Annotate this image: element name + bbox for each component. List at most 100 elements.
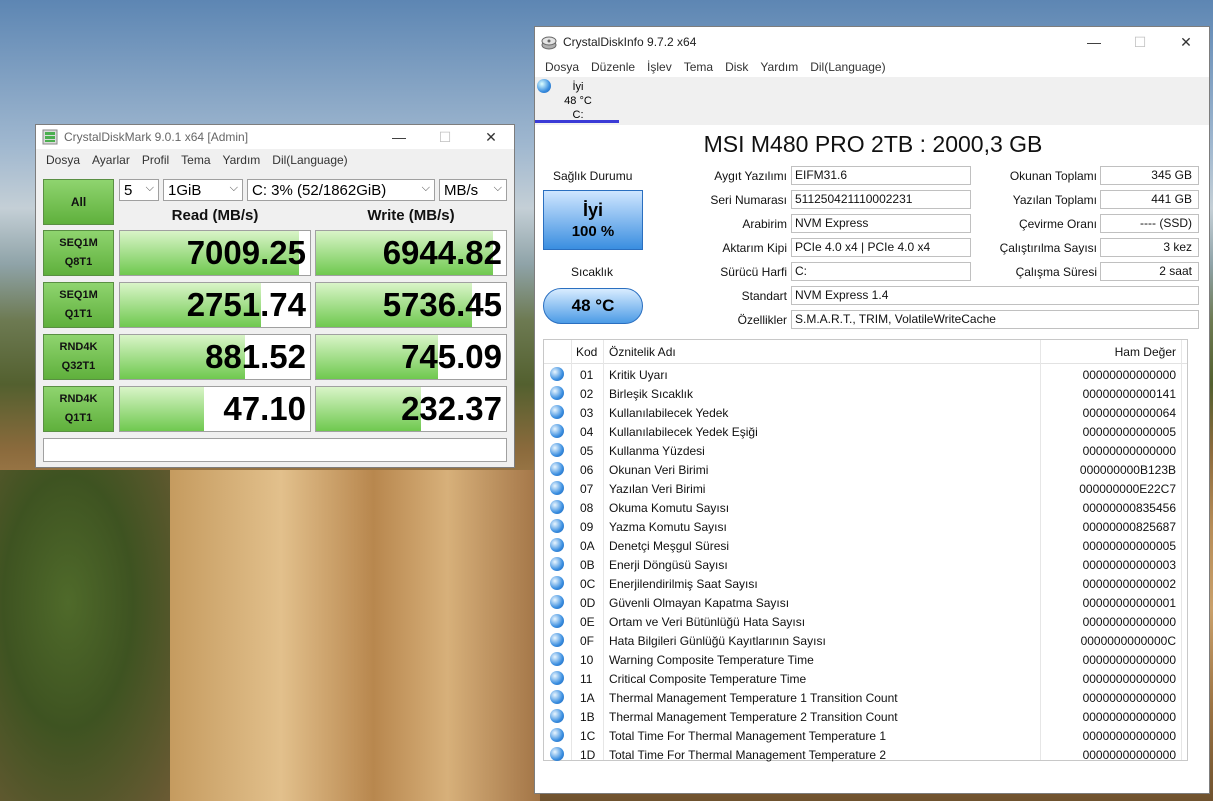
attribute-raw-value: 000000000E22C7	[1079, 482, 1176, 496]
menu-language[interactable]: Dil(Language)	[266, 153, 353, 167]
drive-letter-value: C:	[791, 262, 971, 281]
wallpaper-foliage	[0, 470, 170, 801]
cdm-titlebar[interactable]: CrystalDiskMark 9.0.1 x64 [Admin] — ☐ ✕	[36, 125, 514, 149]
disk-tab-c[interactable]: İyi 48 °C C:	[535, 77, 619, 123]
tab-status: İyi	[572, 81, 584, 93]
smart-table-row[interactable]: 0C Enerjilendirilmiş Saat Sayısı 000000000…	[544, 574, 1187, 593]
attribute-code: 0B	[580, 558, 595, 572]
smart-table-row[interactable]: 03 Kullanılabilecek Yedek 00000000000064	[544, 403, 1187, 422]
smart-table-row[interactable]: 02 Birleşik Sıcaklık 00000000000141	[544, 384, 1187, 403]
attribute-code: 0A	[580, 539, 595, 553]
attribute-name: Okunan Veri Birimi	[609, 463, 709, 477]
test-button-rnd4k-q1t1[interactable]: RND4K Q1T1	[43, 386, 114, 432]
menu-disk[interactable]: Disk	[719, 60, 754, 74]
smart-table-row[interactable]: 09 Yazma Komutu Sayısı 00000000825687	[544, 517, 1187, 536]
unit-select[interactable]: MB/s ⌵	[439, 179, 507, 201]
maximize-icon[interactable]: ☐	[422, 125, 468, 149]
menu-language[interactable]: Dil(Language)	[804, 60, 891, 74]
host-writes-value: 441 GB	[1100, 190, 1199, 209]
status-good-icon	[550, 747, 564, 761]
attribute-raw-value: 00000000835456	[1082, 501, 1176, 515]
attribute-raw-value: 00000000000000	[1082, 444, 1176, 458]
attribute-raw-value: 0000000000000C	[1080, 634, 1176, 648]
close-icon[interactable]: ✕	[468, 125, 514, 149]
count-select[interactable]: 5 ⌵	[119, 179, 159, 201]
crystaldiskinfo-app-icon	[541, 36, 557, 50]
attribute-raw-value: 00000000000003	[1082, 558, 1176, 572]
attribute-name: Thermal Management Temperature 2 Transit…	[609, 710, 898, 724]
smart-table-row[interactable]: 0B Enerji Döngüsü Sayısı 00000000000003	[544, 555, 1187, 574]
write-result-rnd4k-q32t1: 745.09	[315, 334, 507, 380]
smart-table-row[interactable]: 0F Hata Bilgileri Günlüğü Kayıtlarının Sa…	[544, 631, 1187, 650]
attribute-name: Kullanma Yüzdesi	[609, 444, 705, 458]
rotation-rate-value: ---- (SSD)	[1100, 214, 1199, 233]
menu-tema[interactable]: Tema	[175, 153, 216, 167]
attribute-code: 0C	[580, 577, 596, 591]
menu-tema[interactable]: Tema	[678, 60, 719, 74]
column-header-code[interactable]: Kod	[576, 345, 597, 359]
minimize-icon[interactable]: —	[376, 125, 422, 149]
smart-table-row[interactable]: 04 Kullanılabilecek Yedek Eşiği 0000000000…	[544, 422, 1187, 441]
count-value: 5	[124, 181, 133, 199]
menu-yardim[interactable]: Yardım	[217, 153, 267, 167]
status-good-icon	[550, 557, 564, 571]
status-good-icon	[550, 462, 564, 476]
smart-table-row[interactable]: 1D Total Time For Thermal Management Temp…	[544, 745, 1187, 764]
smart-table-row[interactable]: 0A Denetçi Meşgul Süresi 00000000000005	[544, 536, 1187, 555]
smart-table-row[interactable]: 0E Ortam ve Veri Bütünlüğü Hata Sayısı 000…	[544, 612, 1187, 631]
menu-profil[interactable]: Profil	[136, 153, 175, 167]
smart-table-row[interactable]: 0D Güvenli Olmayan Kapatma Sayısı 00000000…	[544, 593, 1187, 612]
test-button-seq1m-q1t1[interactable]: SEQ1M Q1T1	[43, 282, 114, 328]
menu-islev[interactable]: İşlev	[641, 60, 678, 74]
smart-table-row[interactable]: 1A Thermal Management Temperature 1 Trans…	[544, 688, 1187, 707]
test-label-line2: Q32T1	[61, 360, 96, 372]
smart-table-row[interactable]: 01 Kritik Uyarı 00000000000000	[544, 365, 1187, 384]
health-status: İyi	[582, 200, 603, 220]
comment-field[interactable]	[43, 438, 507, 462]
size-select[interactable]: 1GiB ⌵	[163, 179, 243, 201]
power-on-count-label: Çalıştırılma Sayısı	[999, 241, 1097, 255]
chevron-down-icon: ⌵	[421, 182, 430, 194]
status-good-icon	[550, 690, 564, 704]
drive-select[interactable]: C: 3% (52/1862GiB) ⌵	[247, 179, 435, 201]
smart-table-row[interactable]: 1C Total Time For Thermal Management Temp…	[544, 726, 1187, 745]
menu-ayarlar[interactable]: Ayarlar	[86, 153, 136, 167]
all-button[interactable]: All	[43, 179, 114, 225]
menu-duzenle[interactable]: Düzenle	[585, 60, 641, 74]
smart-table-row[interactable]: 08 Okuma Komutu Sayısı 00000000835456	[544, 498, 1187, 517]
smart-table-row[interactable]: 1B Thermal Management Temperature 2 Trans…	[544, 707, 1187, 726]
health-status-box[interactable]: İyi 100 %	[543, 190, 643, 250]
host-writes-label: Yazılan Toplamı	[1012, 193, 1097, 207]
menu-dosya[interactable]: Dosya	[40, 153, 86, 167]
host-reads-value: 345 GB	[1100, 166, 1199, 185]
attribute-name: Warning Composite Temperature Time	[609, 653, 814, 667]
smart-table-row[interactable]: 06 Okunan Veri Birimi 000000000B123B	[544, 460, 1187, 479]
smart-table-row[interactable]: 10 Warning Composite Temperature Time 0000…	[544, 650, 1187, 669]
smart-table-row[interactable]: 05 Kullanma Yüzdesi 00000000000000	[544, 441, 1187, 460]
menu-yardim[interactable]: Yardım	[754, 60, 804, 74]
attribute-name: Yazma Komutu Sayısı	[609, 520, 727, 534]
read-result-rnd4k-q1t1: 47.10	[119, 386, 311, 432]
close-icon[interactable]: ✕	[1163, 27, 1209, 57]
serial-value: 511250421110002231	[791, 190, 971, 209]
smart-attribute-table[interactable]: Kod Öznitelik Adı Ham Değer 01 Kritik Uya…	[543, 339, 1188, 764]
wallpaper-cliff	[170, 470, 540, 801]
attribute-code: 07	[580, 482, 594, 496]
minimize-icon[interactable]: —	[1071, 27, 1117, 57]
test-label-line2: Q8T1	[64, 256, 93, 268]
read-result-seq1m-q1t1: 2751.74	[119, 282, 311, 328]
test-button-seq1m-q8t1[interactable]: SEQ1M Q8T1	[43, 230, 114, 276]
test-button-rnd4k-q32t1[interactable]: RND4K Q32T1	[43, 334, 114, 380]
column-header-attribute[interactable]: Öznitelik Adı	[609, 345, 676, 359]
menu-dosya[interactable]: Dosya	[539, 60, 585, 74]
attribute-code: 1A	[580, 691, 595, 705]
temperature-box[interactable]: 48 °C	[543, 288, 643, 324]
column-header-raw[interactable]: Ham Değer	[1115, 345, 1176, 359]
cdi-titlebar[interactable]: CrystalDiskInfo 9.7.2 x64 — ☐ ✕	[535, 27, 1209, 57]
crystaldiskmark-window[interactable]: CrystalDiskMark 9.0.1 x64 [Admin] — ☐ ✕ …	[35, 124, 515, 468]
crystaldiskinfo-window[interactable]: CrystalDiskInfo 9.7.2 x64 — ☐ ✕ Dosya Dü…	[534, 26, 1210, 794]
write-value: 5736.45	[382, 286, 502, 323]
smart-table-row[interactable]: 11 Critical Composite Temperature Time 000…	[544, 669, 1187, 688]
maximize-icon[interactable]: ☐	[1117, 27, 1163, 57]
smart-table-row[interactable]: 07 Yazılan Veri Birimi 000000000E22C7	[544, 479, 1187, 498]
